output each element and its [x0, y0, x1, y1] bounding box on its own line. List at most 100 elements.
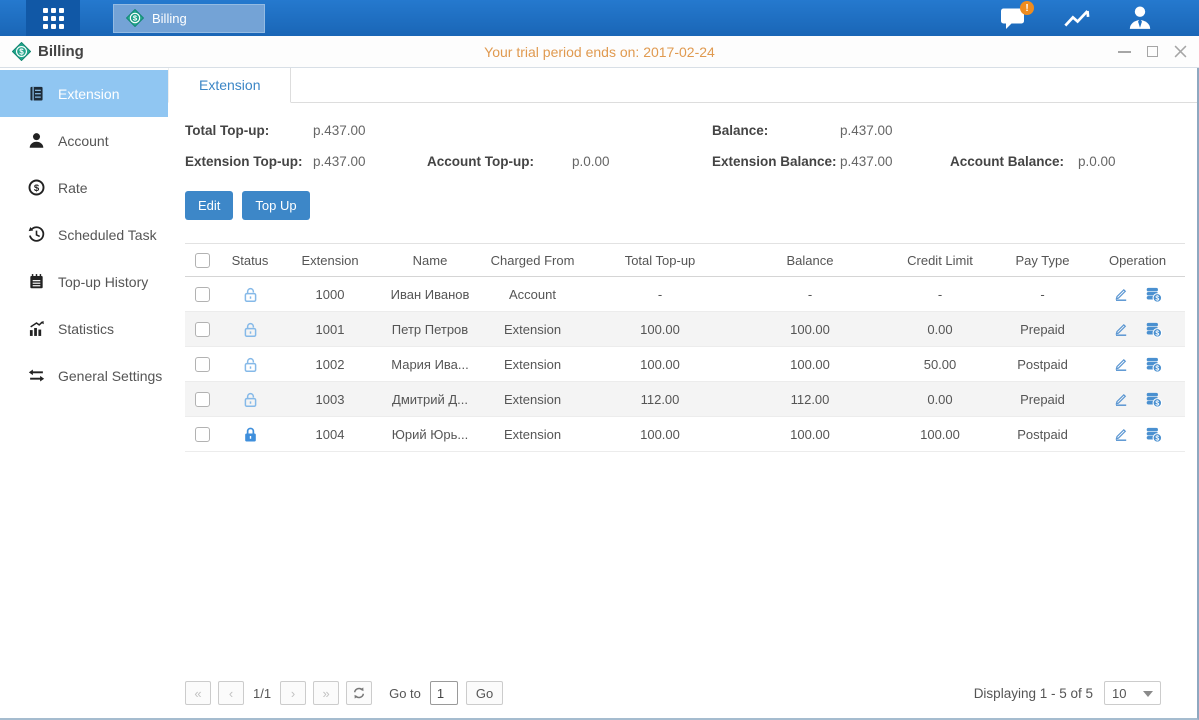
sidebar-item-account[interactable]: Account [0, 117, 168, 164]
status-lock-icon [242, 390, 259, 405]
table-row: 1000 Иван Иванов Account - - - - $ [185, 277, 1185, 312]
extension-topup-value: p.437.00 [313, 146, 427, 177]
sidebar-item-extension[interactable]: Extension [0, 70, 168, 117]
row-checkbox[interactable] [195, 287, 210, 302]
displaying-info: Displaying 1 - 5 of 5 [974, 686, 1093, 701]
chevron-down-icon [1143, 691, 1153, 697]
trial-message: Your trial period ends on: 2017-02-24 [0, 44, 1199, 60]
refresh-button[interactable] [346, 681, 372, 705]
goto-page-input[interactable] [430, 681, 458, 705]
total-topup-value: p.437.00 [313, 115, 427, 146]
ledger-icon [28, 85, 45, 102]
account-topup-label: Account Top-up: [427, 146, 572, 177]
page-indicator: 1/1 [253, 686, 271, 701]
col-operation: Operation [1090, 244, 1185, 277]
sidebar-item-scheduled-task[interactable]: Scheduled Task [0, 211, 168, 258]
last-page-button[interactable]: » [313, 681, 339, 705]
go-button[interactable]: Go [466, 681, 503, 705]
svg-text:$: $ [133, 14, 138, 23]
person-icon [28, 132, 45, 149]
close-icon[interactable] [1173, 45, 1187, 59]
status-lock-icon [242, 320, 259, 335]
billing-app-tab[interactable]: $ Billing [113, 4, 265, 33]
status-lock-icon [242, 425, 259, 440]
billing-app-tab-label: Billing [152, 11, 187, 26]
notification-badge: ! [1020, 1, 1034, 15]
tab-bar: Extension [168, 68, 1197, 103]
sidebar-item-label: Rate [58, 180, 88, 196]
svg-text:$: $ [19, 47, 24, 56]
top-up-coins-icon[interactable]: $ [1145, 356, 1162, 373]
edit-pencil-icon[interactable] [1113, 426, 1129, 442]
balance-label: Balance: [712, 115, 840, 146]
minimize-icon[interactable] [1117, 45, 1131, 59]
table-row: 1003 Дмитрий Д... Extension 112.00 112.0… [185, 382, 1185, 417]
pagination-bar: « ‹ 1/1 › » Go to Go Displaying 1 - 5 of… [185, 668, 1183, 718]
sidebar-item-general-settings[interactable]: General Settings [0, 352, 168, 399]
dollar-circle-icon: $ [28, 179, 45, 196]
edit-pencil-icon[interactable] [1113, 286, 1129, 302]
billing-summary: Total Top-up: p.437.00 Balance: p.437.00… [185, 115, 1183, 177]
top-up-coins-icon[interactable]: $ [1145, 321, 1162, 338]
col-charged-from: Charged From [480, 244, 585, 277]
edit-button[interactable]: Edit [185, 191, 233, 220]
bar-chart-icon [28, 320, 45, 337]
app-grid-button[interactable] [26, 0, 80, 36]
transfer-arrows-icon [28, 367, 45, 384]
top-up-coins-icon[interactable]: $ [1145, 391, 1162, 408]
page-size-select[interactable]: 10 [1104, 681, 1161, 705]
row-checkbox[interactable] [195, 322, 210, 337]
tab-extension[interactable]: Extension [168, 68, 291, 103]
row-checkbox[interactable] [195, 427, 210, 442]
edit-pencil-icon[interactable] [1113, 356, 1129, 372]
select-all-checkbox[interactable] [195, 253, 210, 268]
window-title-bar: $ Billing Your trial period ends on: 201… [0, 36, 1199, 68]
next-page-button[interactable]: › [280, 681, 306, 705]
edit-pencil-icon[interactable] [1113, 321, 1129, 337]
sidebar-item-label: Scheduled Task [58, 227, 157, 243]
extensions-table: Status Extension Name Charged From Total… [185, 243, 1185, 452]
svg-text:$: $ [1155, 330, 1159, 337]
extension-balance-value: p.437.00 [840, 146, 950, 177]
sidebar-item-label: Top-up History [58, 274, 148, 290]
svg-text:$: $ [1155, 365, 1159, 372]
sidebar-item-label: General Settings [58, 368, 162, 384]
main-panel: Extension Total Top-up: p.437.00 Balance… [168, 68, 1197, 718]
status-lock-icon [242, 355, 259, 370]
edit-pencil-icon[interactable] [1113, 391, 1129, 407]
top-up-coins-icon[interactable]: $ [1145, 426, 1162, 443]
sidebar-item-label: Extension [58, 86, 119, 102]
messages-button[interactable]: ! [1000, 6, 1027, 30]
sidebar-item-statistics[interactable]: Statistics [0, 305, 168, 352]
svg-text:$: $ [1155, 295, 1159, 302]
col-pay-type: Pay Type [995, 244, 1090, 277]
account-balance-label: Account Balance: [950, 146, 1078, 177]
sidebar-item-topup-history[interactable]: Top-up History [0, 258, 168, 305]
row-checkbox[interactable] [195, 392, 210, 407]
page-size-value: 10 [1112, 686, 1126, 701]
col-credit-limit: Credit Limit [885, 244, 995, 277]
top-up-button[interactable]: Top Up [242, 191, 309, 220]
sidebar-item-label: Account [58, 133, 109, 149]
sidebar: Extension Account $ Rate Scheduled Task … [0, 68, 168, 718]
window-title: Billing [38, 43, 84, 60]
grid-menu-icon [43, 8, 64, 29]
svg-text:$: $ [1155, 435, 1159, 442]
billing-diamond-icon: $ [126, 9, 144, 27]
table-row: 1004 Юрий Юрь... Extension 100.00 100.00… [185, 417, 1185, 452]
prev-page-button[interactable]: ‹ [218, 681, 244, 705]
account-balance-value: p.0.00 [1078, 146, 1183, 177]
reports-button[interactable] [1063, 6, 1091, 30]
sidebar-item-rate[interactable]: $ Rate [0, 164, 168, 211]
first-page-button[interactable]: « [185, 681, 211, 705]
row-checkbox[interactable] [195, 357, 210, 372]
user-account-button[interactable] [1127, 5, 1153, 31]
table-row: 1002 Мария Ива... Extension 100.00 100.0… [185, 347, 1185, 382]
goto-label: Go to [389, 686, 421, 701]
line-chart-icon [1063, 6, 1091, 30]
maximize-icon[interactable] [1145, 45, 1159, 59]
notepad-icon [28, 273, 45, 290]
col-name: Name [380, 244, 480, 277]
extension-balance-label: Extension Balance: [712, 146, 840, 177]
top-up-coins-icon[interactable]: $ [1145, 286, 1162, 303]
